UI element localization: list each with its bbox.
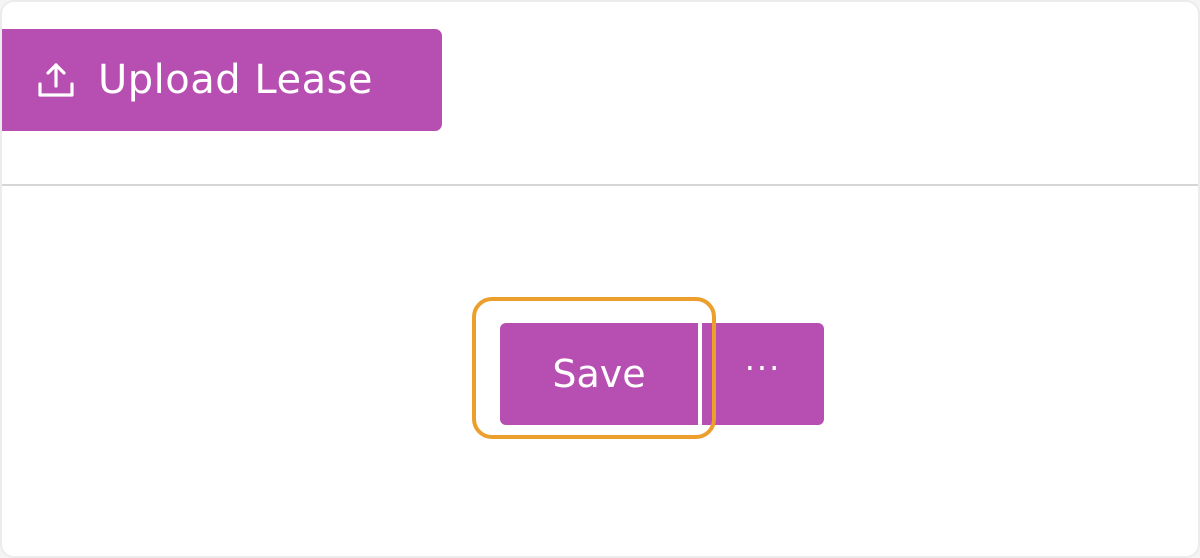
more-options-icon: ··· xyxy=(744,349,782,387)
save-button[interactable]: Save xyxy=(500,323,698,425)
more-options-button[interactable]: ··· xyxy=(702,323,824,425)
upload-icon xyxy=(36,60,76,100)
upload-lease-label: Upload Lease xyxy=(98,57,374,103)
save-button-label: Save xyxy=(552,352,646,396)
section-divider xyxy=(2,184,1198,186)
page-frame: Upload Lease Save ··· xyxy=(0,0,1200,558)
upload-lease-button[interactable]: Upload Lease xyxy=(2,29,442,131)
